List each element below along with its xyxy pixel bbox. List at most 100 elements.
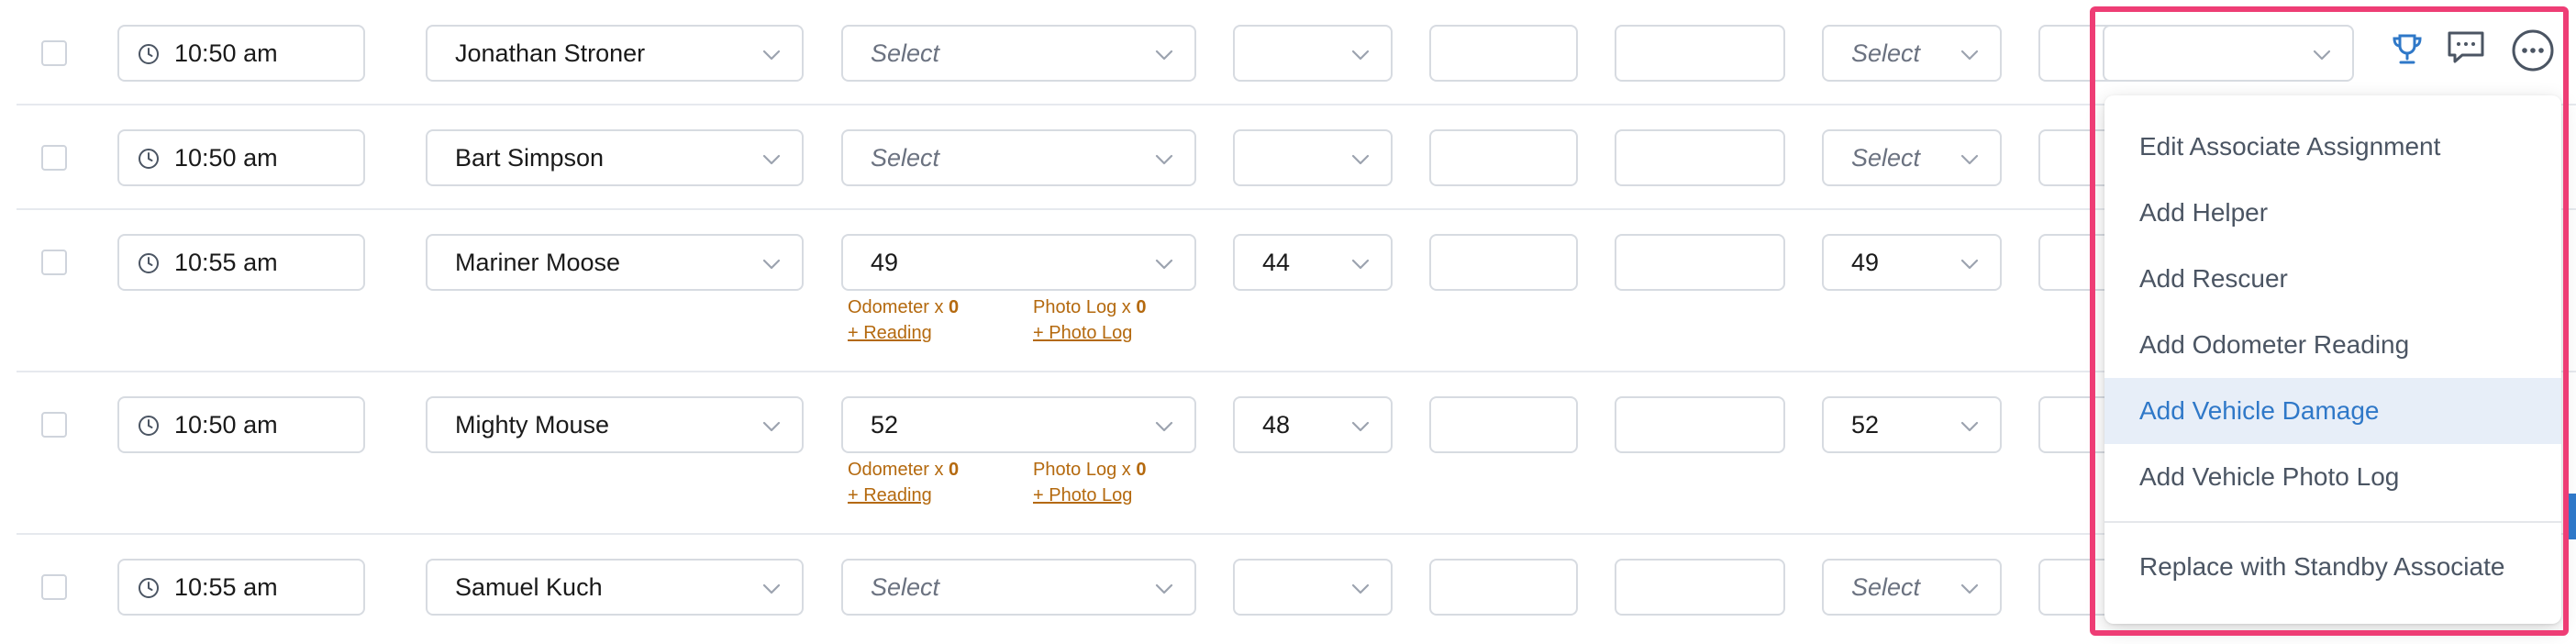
add-reading-link[interactable]: + Reading bbox=[848, 483, 959, 508]
odometer-count: 0 bbox=[949, 460, 960, 480]
route-value: Select bbox=[871, 573, 940, 601]
chevron-down-icon bbox=[1960, 421, 1979, 432]
input-box[interactable] bbox=[1615, 396, 1785, 453]
input-box[interactable] bbox=[1615, 559, 1785, 616]
secondary-select[interactable]: 49 bbox=[1822, 234, 2002, 291]
odometer-label: Odometer x bbox=[848, 297, 944, 317]
photolog-count: 0 bbox=[1136, 460, 1147, 480]
chevron-down-icon bbox=[1960, 154, 1979, 165]
row-checkbox[interactable] bbox=[41, 40, 67, 66]
clock-icon bbox=[139, 149, 159, 169]
clock-icon bbox=[139, 44, 159, 64]
secondary-select[interactable]: Select bbox=[1822, 25, 2002, 82]
chevron-down-icon bbox=[1155, 421, 1173, 432]
clock-icon bbox=[139, 578, 159, 598]
associate-select[interactable]: Jonathan Stroner bbox=[426, 25, 804, 82]
small-select[interactable]: 48 bbox=[1233, 396, 1393, 453]
route-value: Select bbox=[871, 39, 940, 67]
small-select[interactable] bbox=[1233, 129, 1393, 186]
associate-select[interactable]: Bart Simpson bbox=[426, 129, 804, 186]
input-box[interactable] bbox=[1429, 25, 1578, 82]
input-box[interactable] bbox=[1429, 559, 1578, 616]
row-checkbox[interactable] bbox=[41, 412, 67, 438]
row-checkbox[interactable] bbox=[41, 250, 67, 275]
route-value: 49 bbox=[871, 249, 899, 276]
highlight-outline bbox=[2090, 6, 2569, 636]
route-select[interactable]: Select bbox=[841, 129, 1196, 186]
chevron-down-icon bbox=[1155, 50, 1173, 61]
time-field[interactable]: 10:50 am bbox=[117, 25, 365, 82]
photolog-meta: Photo Log x 0 + Photo Log bbox=[1033, 294, 1146, 346]
secondary-select-value: Select bbox=[1851, 573, 1921, 601]
time-field[interactable]: 10:50 am bbox=[117, 396, 365, 453]
time-value: 10:55 am bbox=[174, 249, 278, 276]
secondary-select-value: 49 bbox=[1851, 249, 1880, 276]
chevron-down-icon bbox=[1351, 583, 1370, 594]
time-value: 10:55 am bbox=[174, 573, 278, 601]
chevron-down-icon bbox=[1155, 259, 1173, 270]
route-select[interactable]: Select bbox=[841, 559, 1196, 616]
time-value: 10:50 am bbox=[174, 411, 278, 439]
secondary-select-value: Select bbox=[1851, 144, 1921, 172]
route-select[interactable]: Select bbox=[841, 25, 1196, 82]
photolog-count: 0 bbox=[1136, 297, 1147, 317]
clock-icon bbox=[139, 416, 159, 436]
associate-name: Bart Simpson bbox=[455, 144, 605, 172]
chevron-down-icon bbox=[1351, 421, 1370, 432]
secondary-select-value: 52 bbox=[1851, 411, 1880, 439]
secondary-select[interactable]: Select bbox=[1822, 129, 2002, 186]
small-select-value: 44 bbox=[1262, 249, 1291, 276]
odometer-meta: Odometer x 0 + Reading bbox=[848, 294, 959, 346]
photolog-label: Photo Log x bbox=[1033, 460, 1131, 480]
chevron-down-icon bbox=[1155, 583, 1173, 594]
assignment-table: 10:50 am Jonathan Stroner Select Select 10:5… bbox=[0, 0, 2576, 644]
row-checkbox[interactable] bbox=[41, 145, 67, 171]
add-reading-link[interactable]: + Reading bbox=[848, 320, 959, 346]
photolog-count-line: Photo Log x 0 bbox=[1033, 457, 1146, 483]
associate-name: Mariner Moose bbox=[455, 249, 621, 276]
time-field[interactable]: 10:55 am bbox=[117, 559, 365, 616]
associate-select[interactable]: Samuel Kuch bbox=[426, 559, 804, 616]
photolog-count-line: Photo Log x 0 bbox=[1033, 294, 1146, 320]
secondary-select[interactable]: Select bbox=[1822, 559, 2002, 616]
route-select[interactable]: 52 bbox=[841, 396, 1196, 453]
chevron-down-icon bbox=[1155, 154, 1173, 165]
associate-select[interactable]: Mighty Mouse bbox=[426, 396, 804, 453]
chevron-down-icon bbox=[1960, 50, 1979, 61]
chevron-down-icon bbox=[762, 50, 781, 61]
associate-name: Mighty Mouse bbox=[455, 411, 610, 439]
chevron-down-icon bbox=[1351, 259, 1370, 270]
secondary-select[interactable]: 52 bbox=[1822, 396, 2002, 453]
odometer-label: Odometer x bbox=[848, 460, 944, 480]
input-box[interactable] bbox=[1615, 234, 1785, 291]
add-photo-log-link[interactable]: + Photo Log bbox=[1033, 483, 1146, 508]
small-select[interactable]: 44 bbox=[1233, 234, 1393, 291]
odometer-count-line: Odometer x 0 bbox=[848, 294, 959, 320]
secondary-select-value: Select bbox=[1851, 39, 1921, 67]
odometer-meta: Odometer x 0 + Reading bbox=[848, 457, 959, 508]
associate-select[interactable]: Mariner Moose bbox=[426, 234, 804, 291]
row-checkbox[interactable] bbox=[41, 574, 67, 600]
clock-icon bbox=[139, 253, 159, 273]
route-select[interactable]: 49 bbox=[841, 234, 1196, 291]
chevron-down-icon bbox=[1960, 259, 1979, 270]
time-field[interactable]: 10:55 am bbox=[117, 234, 365, 291]
small-select[interactable] bbox=[1233, 25, 1393, 82]
chevron-down-icon bbox=[762, 583, 781, 594]
chevron-down-icon bbox=[1351, 50, 1370, 61]
time-value: 10:50 am bbox=[174, 39, 278, 67]
input-box[interactable] bbox=[1429, 129, 1578, 186]
time-field[interactable]: 10:50 am bbox=[117, 129, 365, 186]
chevron-down-icon bbox=[762, 259, 781, 270]
input-box[interactable] bbox=[1615, 25, 1785, 82]
input-box[interactable] bbox=[1615, 129, 1785, 186]
chevron-down-icon bbox=[762, 154, 781, 165]
small-select[interactable] bbox=[1233, 559, 1393, 616]
chevron-down-icon bbox=[1960, 583, 1979, 594]
input-box[interactable] bbox=[1429, 234, 1578, 291]
chevron-down-icon bbox=[1351, 154, 1370, 165]
input-box[interactable] bbox=[1429, 396, 1578, 453]
add-photo-log-link[interactable]: + Photo Log bbox=[1033, 320, 1146, 346]
route-value: Select bbox=[871, 144, 940, 172]
photolog-label: Photo Log x bbox=[1033, 297, 1131, 317]
